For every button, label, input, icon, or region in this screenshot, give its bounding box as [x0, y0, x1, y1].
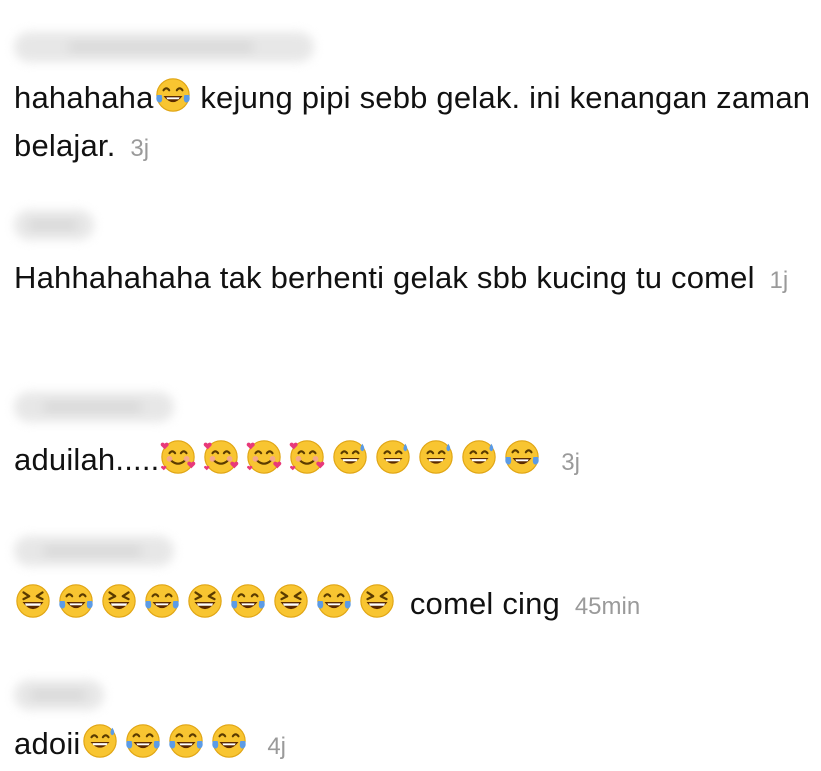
blurred-username [14, 32, 314, 62]
face-with-tears-of-joy-icon [143, 582, 181, 620]
face-with-tears-of-joy-icon [167, 722, 205, 760]
comment-body: adoii [14, 726, 81, 761]
smiling-face-with-hearts-icon [288, 438, 326, 476]
comment-timestamp: 3j [561, 449, 580, 476]
comment-timestamp: 3j [130, 135, 150, 162]
grinning-face-with-sweat-icon [460, 438, 498, 476]
smiling-face-with-hearts-icon [202, 438, 240, 476]
blurred-username [14, 536, 174, 566]
grinning-squinting-face-icon [14, 582, 52, 620]
emoji-row [14, 580, 401, 628]
face-with-tears-of-joy-icon [503, 438, 541, 476]
comment-text: aduilah..... 3j [14, 436, 814, 487]
comment-list: hahahaha kejung pipi sebb gelak. ini ken… [0, 0, 821, 771]
comment-timestamp: 4j [267, 733, 287, 760]
face-with-tears-of-joy-icon [210, 722, 248, 760]
comment-body: aduilah..... [14, 442, 160, 477]
smiling-face-with-hearts-icon [245, 438, 283, 476]
grinning-face-with-sweat-icon [417, 438, 455, 476]
grinning-face-with-sweat-icon [81, 722, 119, 760]
blurred-username [14, 392, 174, 422]
comment-body: comel cing [401, 586, 560, 621]
comment-text: hahahaha kejung pipi sebb gelak. ini ken… [14, 74, 814, 173]
comment-text: comel cing 45min [14, 580, 814, 631]
comment-text: Hahhahahaha tak berhenti gelak sbb kucin… [14, 254, 814, 305]
face-with-tears-of-joy-icon [154, 76, 192, 114]
face-with-tears-of-joy-icon [124, 722, 162, 760]
grinning-face-with-sweat-icon [331, 438, 369, 476]
emoji-row [81, 720, 253, 768]
blurred-username [14, 680, 104, 710]
grinning-squinting-face-icon [358, 582, 396, 620]
comment-timestamp: 1j [769, 267, 789, 294]
comment-text: adoii 4j [14, 720, 814, 771]
face-with-tears-of-joy-icon [315, 582, 353, 620]
comment-timestamp: 45min [574, 593, 641, 620]
grinning-squinting-face-icon [186, 582, 224, 620]
comment-body: Hahhahahaha tak berhenti gelak sbb kucin… [14, 260, 755, 295]
grinning-squinting-face-icon [272, 582, 310, 620]
face-with-tears-of-joy-icon [229, 582, 267, 620]
comment-text-part: hahahaha [14, 80, 154, 115]
smiling-face-with-hearts-icon [159, 438, 197, 476]
face-with-tears-of-joy-icon [57, 582, 95, 620]
grinning-squinting-face-icon [100, 582, 138, 620]
blurred-username [14, 210, 94, 240]
emoji-row [159, 436, 546, 484]
grinning-face-with-sweat-icon [374, 438, 412, 476]
